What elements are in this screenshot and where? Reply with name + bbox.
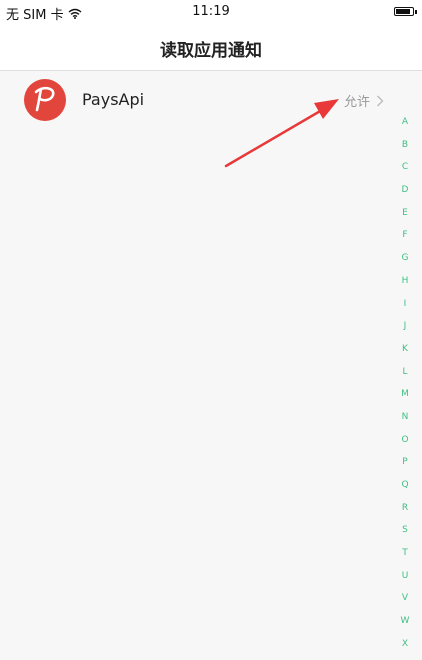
index-letter[interactable]: S bbox=[402, 523, 408, 546]
index-letter[interactable]: J bbox=[404, 319, 407, 342]
index-letter[interactable]: K bbox=[402, 342, 408, 365]
chevron-right-icon bbox=[377, 95, 384, 106]
index-letter[interactable]: G bbox=[402, 251, 409, 274]
index-letter[interactable]: F bbox=[402, 228, 407, 251]
nav-bar: 读取应用通知 bbox=[0, 24, 422, 71]
index-letter[interactable]: V bbox=[402, 591, 408, 614]
index-letter[interactable]: A bbox=[402, 115, 408, 138]
index-letter[interactable]: R bbox=[402, 501, 408, 524]
app-name: PaysApi bbox=[82, 90, 145, 109]
index-letter[interactable]: Q bbox=[401, 478, 408, 501]
index-letter[interactable]: P bbox=[402, 455, 407, 478]
status-bar: 无 SIM 卡 11:19 bbox=[0, 0, 422, 24]
index-letter[interactable]: H bbox=[402, 274, 409, 297]
battery-icon bbox=[394, 7, 417, 16]
paysapi-logo-icon bbox=[24, 79, 66, 121]
index-letter[interactable]: W bbox=[401, 614, 410, 637]
index-letter[interactable]: E bbox=[402, 206, 408, 229]
index-letter[interactable]: B bbox=[402, 138, 408, 161]
index-letter[interactable]: T bbox=[402, 546, 408, 569]
index-letter[interactable]: M bbox=[401, 387, 409, 410]
index-letter[interactable]: I bbox=[404, 297, 407, 320]
clock: 11:19 bbox=[192, 4, 230, 19]
index-letter[interactable]: C bbox=[402, 160, 408, 183]
app-list-item[interactable]: PaysApi 允许 bbox=[0, 71, 422, 129]
battery-level bbox=[396, 9, 410, 14]
index-letter[interactable]: X bbox=[402, 637, 408, 660]
index-letter[interactable]: O bbox=[401, 433, 408, 456]
permission-status[interactable]: 允许 bbox=[344, 91, 384, 110]
permission-status-label: 允许 bbox=[343, 95, 370, 110]
index-letter[interactable]: D bbox=[402, 183, 409, 206]
index-letter[interactable]: U bbox=[402, 569, 409, 592]
index-letter[interactable]: L bbox=[402, 365, 407, 388]
page-title: 读取应用通知 bbox=[160, 41, 262, 61]
index-letter[interactable]: N bbox=[402, 410, 409, 433]
alphabet-index[interactable]: ABCDEFGHIJKLMNOPQRSTUVWX bbox=[398, 115, 412, 660]
